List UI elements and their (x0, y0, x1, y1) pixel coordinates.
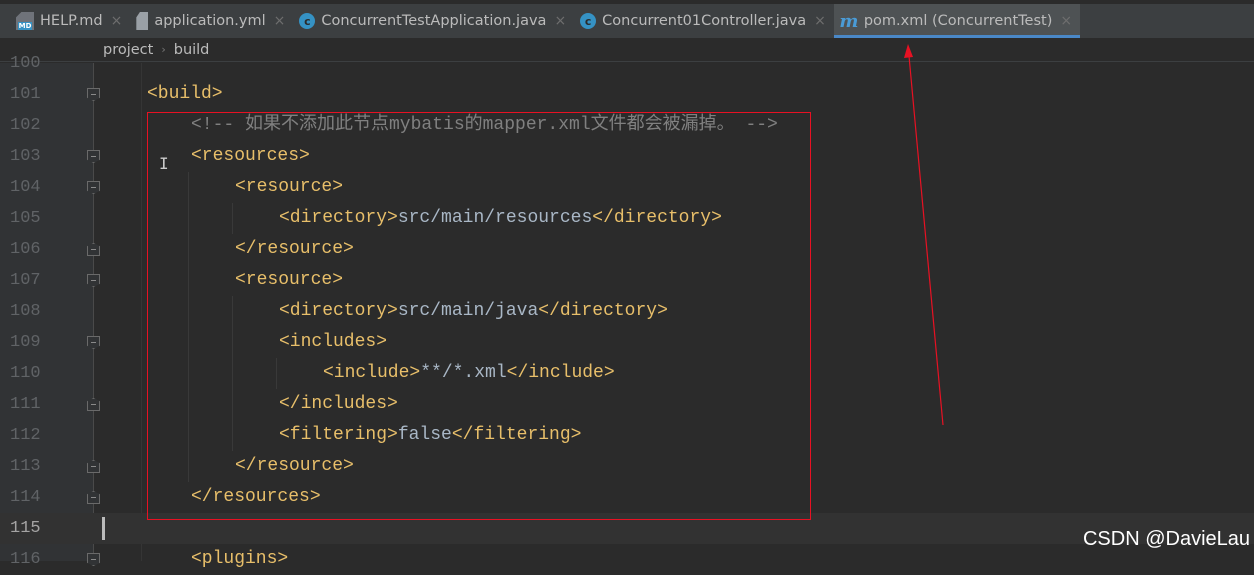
annotation-red-arrow (904, 44, 944, 426)
watermark: CSDN @DavieLau (1082, 528, 1250, 550)
